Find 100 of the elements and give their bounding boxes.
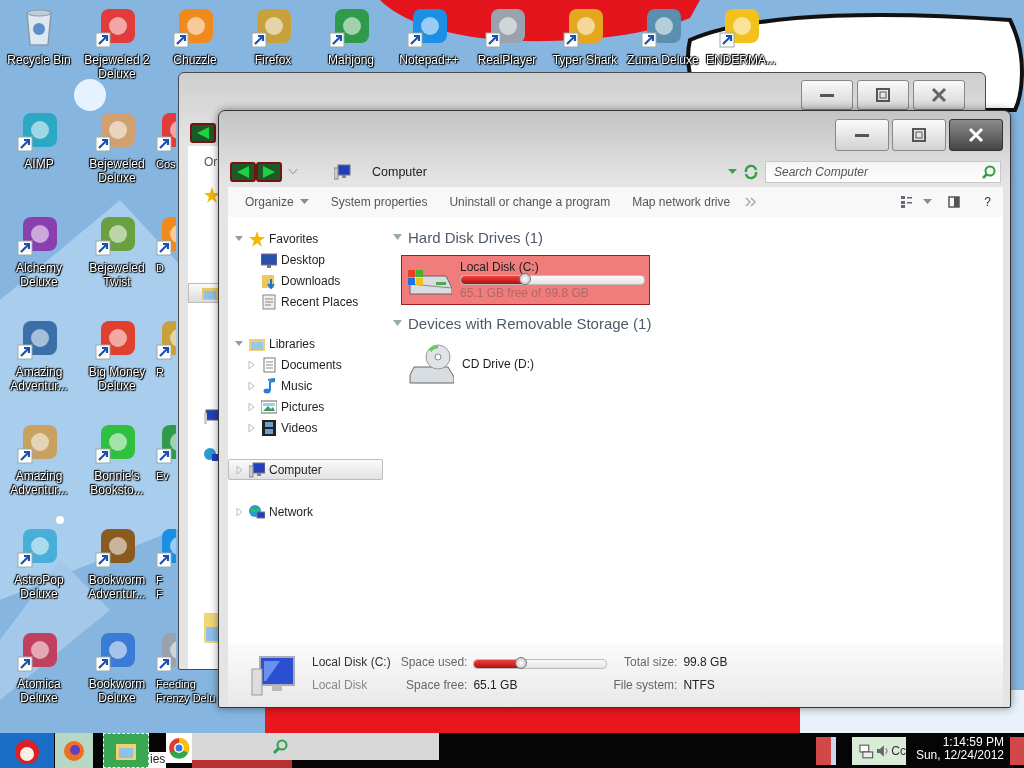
browser-icon: [168, 737, 191, 759]
dropdown-icon: [728, 169, 737, 175]
icon-label: R: [156, 365, 164, 379]
picture-icon: [261, 398, 277, 415]
icon-label: Mahjong: [328, 53, 374, 67]
detail-type: Local Disk: [312, 678, 369, 694]
toolbar-item[interactable]: Or: [204, 155, 218, 169]
views-icon[interactable]: [901, 196, 914, 208]
document-icon: [261, 356, 277, 373]
detail-label: Total size:: [623, 654, 678, 671]
expand-arrow-icon[interactable]: [235, 234, 243, 243]
computer-icon: [334, 164, 352, 180]
right-arrow-icon: [261, 165, 277, 179]
address-location[interactable]: Computer: [368, 163, 431, 181]
clock[interactable]: 1:14:59 PM Sun, 12/24/2012: [912, 733, 1004, 768]
icon-label: F F: [156, 573, 163, 601]
star-icon: [249, 230, 265, 247]
minimize-icon: [855, 133, 869, 137]
nav-item[interactable]: Favorites: [228, 228, 383, 249]
nav-item[interactable]: Music: [228, 375, 383, 396]
back-button[interactable]: [190, 123, 216, 143]
detail-value: NTFS: [683, 678, 716, 694]
expand-arrow-icon[interactable]: [235, 339, 243, 348]
nav-item[interactable]: Desktop: [228, 249, 383, 270]
detail-value: 99.8 GB: [683, 654, 728, 671]
computer-icon: [250, 654, 296, 697]
icon-label: Alchemy Deluxe: [15, 261, 63, 289]
cd-drive-icon: [408, 343, 454, 385]
taskbar-label: ies: [149, 752, 167, 768]
monitor-icon: [261, 251, 277, 268]
start-button[interactable]: [0, 733, 54, 768]
free-space-text: 65.1 GB free of 99.8 GB: [460, 286, 590, 300]
toolbar-button[interactable]: Organize: [238, 191, 316, 213]
left-arrow-icon: [235, 165, 251, 179]
drive-name: Local Disk (C:): [460, 260, 540, 274]
close-button[interactable]: [913, 80, 965, 110]
preview-pane-icon[interactable]: [948, 196, 961, 208]
nav-item[interactable]: [188, 283, 218, 303]
icon-label: Amazing Adventur...: [9, 365, 69, 393]
search-field[interactable]: Search Computer: [765, 161, 1001, 183]
toolbar-button[interactable]: Map network drive: [625, 191, 738, 213]
detail-value: 65.1 GB: [473, 678, 519, 694]
icon-label: Bookworm Adventur...: [87, 573, 147, 601]
nav-item[interactable]: Videos: [228, 417, 383, 438]
icon-label: D: [156, 261, 164, 275]
icon-label: Cos: [156, 157, 176, 171]
minimize-button[interactable]: [835, 119, 889, 151]
back-button[interactable]: [230, 162, 256, 182]
tray-text: Cc: [891, 744, 906, 758]
taskbar-button[interactable]: [55, 733, 93, 768]
icon-label: ENDERMA...: [706, 53, 776, 67]
document-icon: [261, 293, 277, 310]
nav-item[interactable]: Computer: [228, 459, 383, 480]
icon-label: RealPlayer: [477, 53, 537, 67]
forward-button[interactable]: [256, 162, 282, 182]
toolbar-button[interactable]: System properties: [323, 191, 435, 213]
caret-icon: [923, 199, 933, 205]
app-icon: [63, 739, 85, 762]
group-header[interactable]: Hard Disk Drives (1): [393, 227, 1003, 248]
minimize-button[interactable]: [801, 80, 853, 110]
icon-label: Feeding Frenzy Delu: [156, 677, 216, 705]
nav-item[interactable]: Network: [228, 501, 383, 522]
taskbar-button[interactable]: [103, 733, 149, 768]
drive-tile[interactable]: CD Drive (D:): [403, 341, 563, 387]
nav-item[interactable]: Documents: [228, 354, 383, 375]
drive-tile[interactable]: Local Disk (C:) 65.1 GB free of 99.8 GB: [401, 255, 650, 305]
search-icon[interactable]: [982, 165, 996, 179]
tray-block: [816, 737, 836, 765]
minimize-icon: [820, 93, 834, 97]
icon-label: Recycle Bin: [7, 53, 71, 67]
refresh-icon[interactable]: [743, 164, 759, 180]
tray-block: [1010, 737, 1024, 765]
nav-item[interactable]: Downloads: [228, 270, 383, 291]
network-icon[interactable]: [858, 743, 874, 759]
icon-label: Bookworm Deluxe: [87, 677, 147, 705]
music-note-icon: [261, 377, 277, 394]
icon-label: Atomica Deluxe: [16, 677, 62, 705]
nav-item[interactable]: Libraries: [228, 333, 383, 354]
icon-label: Ev: [156, 469, 169, 483]
detail-label: File system:: [613, 678, 678, 694]
search-icon: [272, 738, 289, 755]
group-header[interactable]: Devices with Removable Storage (1): [393, 313, 1003, 334]
computer-icon: [204, 409, 220, 425]
maximize-button[interactable]: [892, 119, 946, 151]
help-button[interactable]: ?: [978, 193, 997, 211]
speaker-icon[interactable]: [875, 744, 890, 758]
icon-label: AstroPop Deluxe: [13, 573, 65, 601]
icon-label: Big Money Deluxe: [87, 365, 147, 393]
computer-icon: [249, 461, 265, 478]
maximize-button[interactable]: [857, 80, 909, 110]
folder-icon: [261, 272, 277, 289]
taskbar-button[interactable]: [166, 733, 193, 763]
drive-name: CD Drive (D:): [462, 357, 534, 371]
close-button[interactable]: [949, 119, 1003, 151]
icon-label: Bonnie's Booksto...: [89, 469, 145, 497]
nav-item[interactable]: Recent Places: [228, 291, 383, 312]
toolbar-button[interactable]: Uninstall or change a program: [442, 191, 618, 213]
detail-label: Space free:: [405, 678, 468, 694]
nav-item[interactable]: Pictures: [228, 396, 383, 417]
icon-label: Amazing Adventur...: [9, 469, 69, 497]
